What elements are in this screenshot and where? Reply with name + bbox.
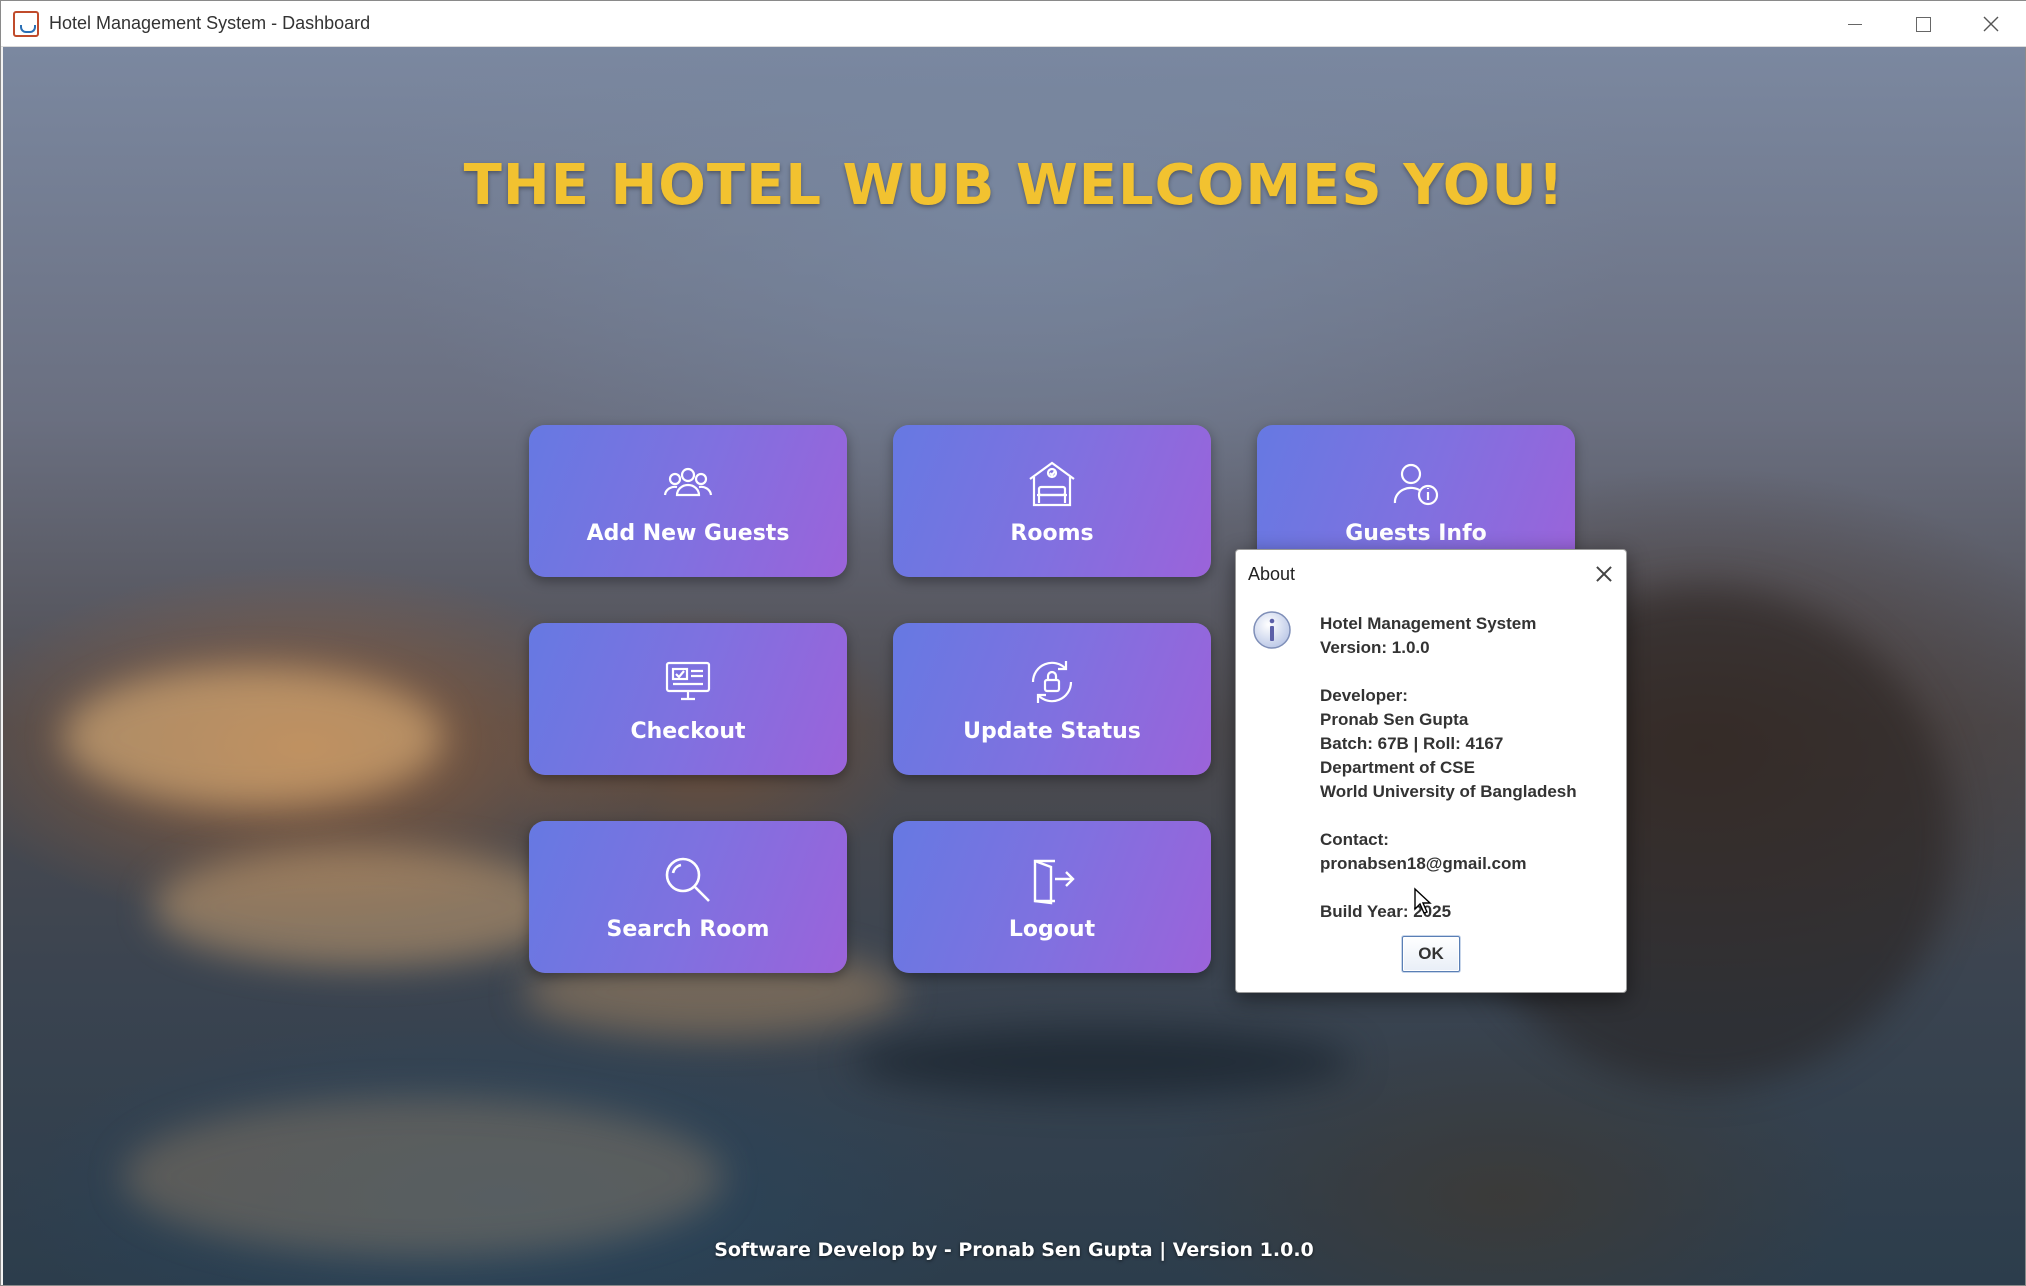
mouse-cursor-icon: [1414, 887, 1432, 914]
about-line: Version: 1.0.0: [1320, 638, 1430, 657]
logout-button[interactable]: Logout: [893, 821, 1211, 973]
update-status-button[interactable]: Update Status: [893, 623, 1211, 775]
users-icon: [663, 467, 713, 496]
refresh-lock-icon: [1031, 660, 1073, 703]
footer-credit: Software Develop by - Pronab Sen Gupta |…: [714, 1239, 1314, 1261]
bed-icon: [1029, 461, 1075, 506]
about-line: [1320, 876, 1620, 900]
about-line: Contact:: [1320, 830, 1389, 849]
about-line: pronabsen18@gmail.com: [1320, 854, 1527, 873]
window-close-button[interactable]: [1957, 1, 2025, 47]
tile-label: Logout: [1008, 916, 1096, 942]
tile-label: Add New Guests: [586, 520, 790, 546]
add-new-guests-button[interactable]: Add New Guests: [529, 425, 847, 577]
about-line: World University of Bangladesh: [1320, 782, 1577, 801]
about-text: Hotel Management System Version: 1.0.0 D…: [1320, 612, 1620, 924]
ok-button[interactable]: OK: [1402, 936, 1460, 972]
close-icon: [1983, 16, 1999, 32]
search-icon: [665, 857, 710, 902]
checkout-button[interactable]: Checkout: [529, 623, 847, 775]
tile-label: Guests Info: [1345, 520, 1487, 546]
dialog-title: About: [1248, 564, 1296, 584]
about-line: Department of CSE: [1320, 758, 1475, 777]
maximize-button[interactable]: [1889, 1, 1957, 47]
checkout-icon: [665, 661, 711, 700]
about-line: Developer:: [1320, 686, 1408, 705]
tile-label: Update Status: [963, 718, 1141, 744]
java-app-icon: [13, 10, 39, 37]
info-icon: [1253, 611, 1291, 649]
about-dialog: About Hotel Management System Version: 1…: [1235, 549, 1627, 993]
tile-label: Search Room: [606, 916, 770, 942]
window-title: Hotel Management System - Dashboard: [49, 13, 371, 33]
minimize-button[interactable]: [1821, 1, 1889, 47]
title-bar: Hotel Management System - Dashboard: [1, 1, 2026, 47]
welcome-heading: THE HOTEL WUB WELCOMES YOU!: [463, 153, 1565, 218]
search-room-button[interactable]: Search Room: [529, 821, 847, 973]
about-line: Hotel Management System: [1320, 614, 1537, 633]
tile-label: Rooms: [1010, 520, 1094, 546]
tile-label: Checkout: [630, 718, 746, 744]
dialog-close-button[interactable]: [1590, 560, 1618, 588]
app-window: Hotel Management System - Dashboard THE …: [0, 0, 2026, 1286]
user-info-icon: [1393, 463, 1439, 505]
about-line: [1320, 660, 1620, 684]
logout-icon: [1033, 859, 1075, 904]
about-line: [1320, 804, 1620, 828]
about-line: Build Year: 2025: [1320, 902, 1452, 921]
about-line: Batch: 67B | Roll: 4167: [1320, 734, 1504, 753]
rooms-button[interactable]: Rooms: [893, 425, 1211, 577]
about-line: Pronab Sen Gupta: [1320, 710, 1469, 729]
